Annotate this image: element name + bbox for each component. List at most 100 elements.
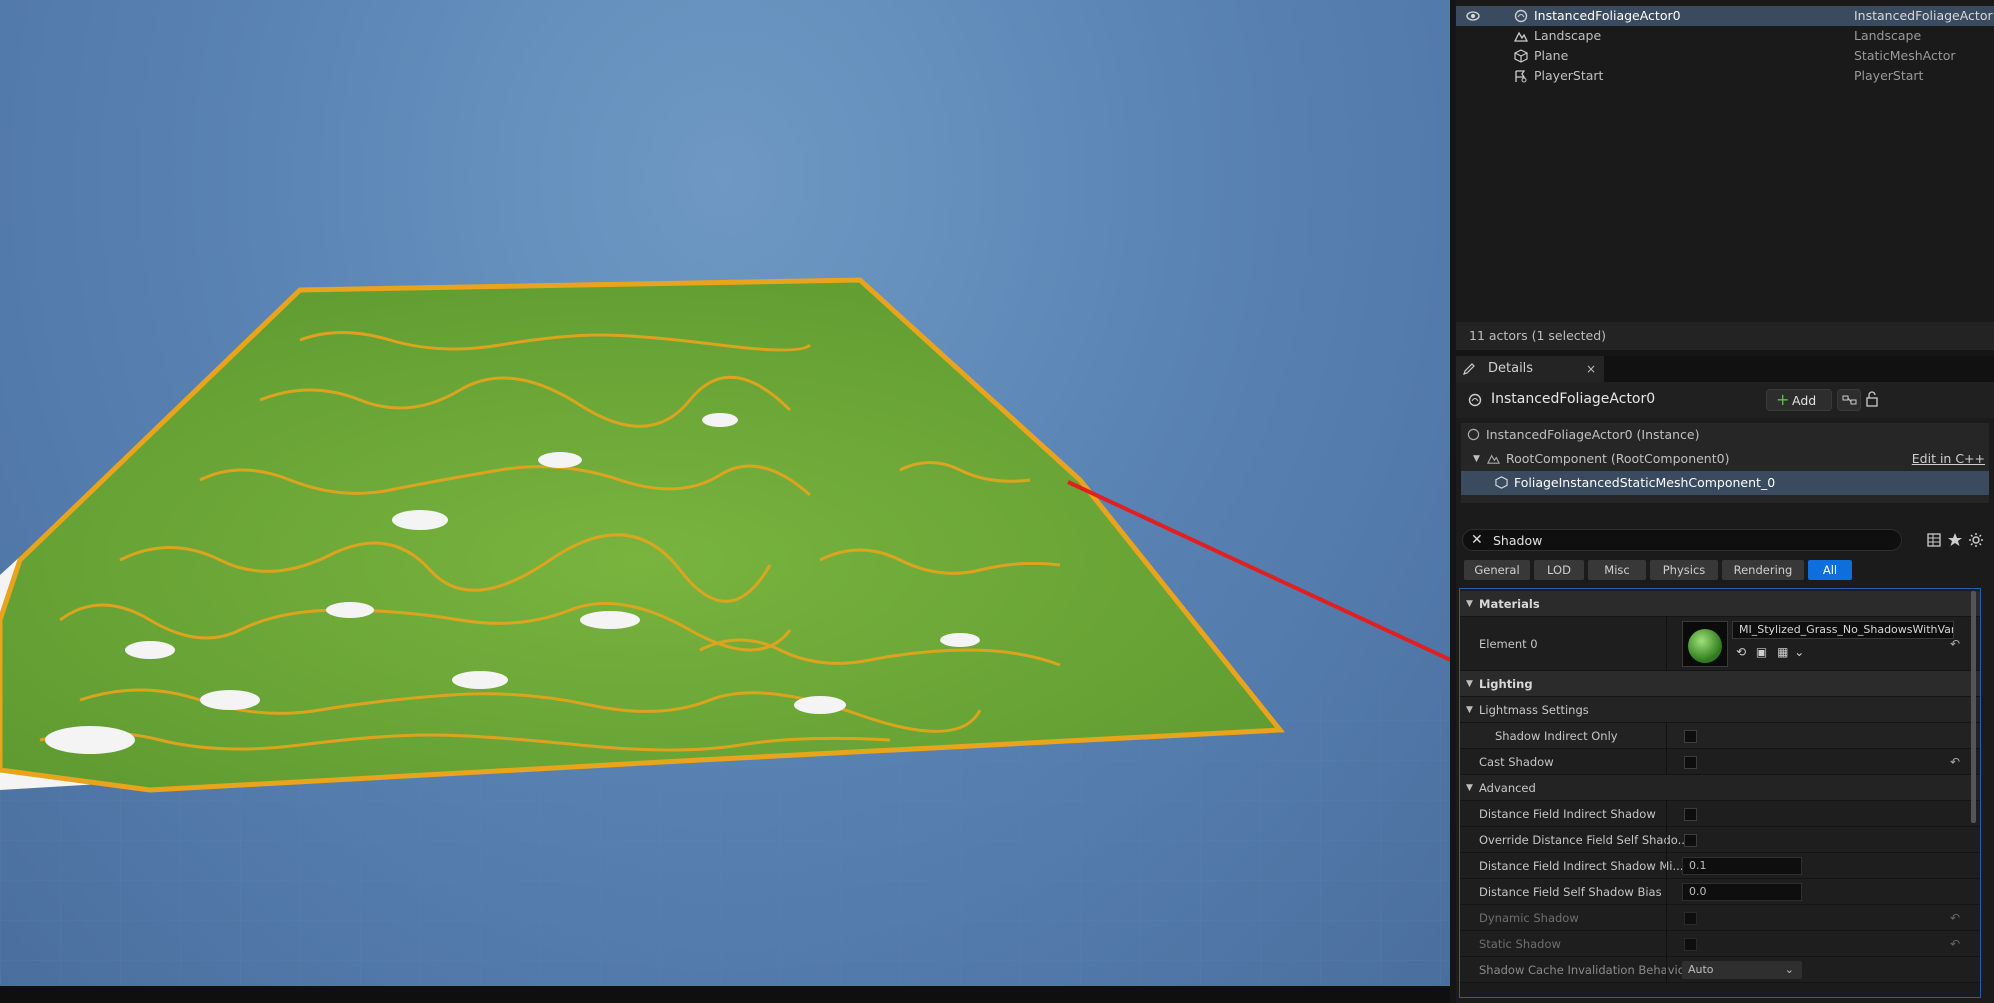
favorites-star-icon[interactable] <box>1947 532 1963 548</box>
material-asset-picker[interactable]: MI_Stylized_Grass_No_ShadowsWithVariatio… <box>1732 621 1954 639</box>
settings-gear-icon[interactable] <box>1968 532 1984 548</box>
static-mesh-icon <box>1514 49 1528 63</box>
property-shadow-cache-invalidation: Shadow Cache Invalidation Behavior Auto … <box>1460 957 1980 983</box>
tab-details-label: Details <box>1488 361 1534 376</box>
property-df-self-shadow-bias: Distance Field Self Shadow Bias 0.0 <box>1460 879 1980 905</box>
level-viewport[interactable] <box>0 0 1450 986</box>
right-panel: InstancedFoliageActor0 InstancedFoliageA… <box>1450 0 1994 1003</box>
category-lod[interactable]: LOD <box>1534 560 1584 580</box>
shadow-cache-invalidation-dropdown[interactable]: Auto ⌄ <box>1682 961 1802 979</box>
outliner: InstancedFoliageActor0 InstancedFoliageA… <box>1456 0 1994 349</box>
property-list-scrollbar[interactable] <box>1971 591 1976 823</box>
expand-arrow-icon: ▼ <box>1466 783 1473 793</box>
foliage-grass-patch <box>0 277 1285 793</box>
outliner-item-name: Landscape <box>1534 28 1602 43</box>
browse-folder-icon[interactable]: ▣ <box>1756 645 1767 659</box>
selected-actor-name: InstancedFoliageActor0 <box>1491 391 1656 407</box>
player-start-icon <box>1515 70 1527 83</box>
component-mesh-label: FoliageInstancedStaticMeshComponent_0 <box>1514 475 1776 490</box>
clear-search-icon[interactable]: ✕ <box>1471 532 1483 548</box>
foliage-actor-icon <box>1468 393 1482 407</box>
reset-to-default-icon[interactable]: ↶ <box>1950 905 1960 931</box>
property-df-indirect-shadow-min: Distance Field Indirect Shadow Mi... 0.1 <box>1460 853 1980 879</box>
component-row-root[interactable]: ▼ RootComponent (RootComponent0) Edit in… <box>1461 447 1989 471</box>
property-df-indirect-shadow: Distance Field Indirect Shadow <box>1460 801 1980 827</box>
reset-to-default-icon[interactable]: ↶ <box>1950 617 1960 671</box>
component-row-instance[interactable]: InstancedFoliageActor0 (Instance) <box>1461 423 1989 447</box>
add-button-label: Add <box>1792 393 1817 408</box>
outliner-row-playerstart[interactable]: PlayerStart PlayerStart <box>1456 66 1994 86</box>
foliage-actor-icon <box>1467 428 1480 441</box>
property-static-shadow: Static Shadow ↶ <box>1460 931 1980 957</box>
property-list: ▼ Materials Element 0 MI_Stylized_Grass_… <box>1459 588 1981 998</box>
material-thumbnail[interactable] <box>1682 621 1728 667</box>
cast-shadow-checkbox[interactable] <box>1684 756 1697 769</box>
expand-arrow-icon: ▼ <box>1466 705 1473 715</box>
plus-icon: + <box>1776 390 1790 409</box>
component-row-foliage-mesh[interactable]: FoliageInstancedStaticMeshComponent_0 <box>1461 471 1989 495</box>
expand-arrow-icon: ▼ <box>1466 599 1473 609</box>
outliner-row-instancedfoliageactor0[interactable]: InstancedFoliageActor0 InstancedFoliageA… <box>1456 6 1994 26</box>
outliner-item-type: InstancedFoliageActor <box>1854 8 1993 23</box>
df-self-shadow-bias-input[interactable]: 0.0 <box>1682 883 1802 901</box>
category-rendering[interactable]: Rendering <box>1722 560 1804 580</box>
outliner-item-type: PlayerStart <box>1854 68 1924 83</box>
add-component-button[interactable]: + Add <box>1766 389 1832 411</box>
visibility-eye-icon[interactable] <box>1466 10 1480 22</box>
df-indirect-shadow-checkbox[interactable] <box>1684 808 1697 821</box>
scene-component-icon <box>1487 454 1500 464</box>
outliner-row-landscape[interactable]: Landscape Landscape <box>1456 26 1994 46</box>
category-all[interactable]: All <box>1808 560 1852 580</box>
outliner-item-name: Plane <box>1534 48 1569 63</box>
hierarchy-icon <box>1842 395 1857 405</box>
viewport-bottom-strip <box>0 986 1450 1003</box>
expand-arrow-icon: ▼ <box>1466 679 1473 689</box>
landscape-icon <box>1514 31 1528 42</box>
outliner-item-type: StaticMeshActor <box>1854 48 1956 63</box>
property-override-df-self-shadow: Override Distance Field Self Shado... <box>1460 827 1980 853</box>
outliner-row-plane[interactable]: Plane StaticMeshActor <box>1456 46 1994 66</box>
outliner-item-name: PlayerStart <box>1534 68 1604 83</box>
details-header: InstancedFoliageActor0 + Add <box>1456 382 1994 418</box>
lock-icon[interactable] <box>1865 390 1879 412</box>
shadow-indirect-only-checkbox[interactable] <box>1684 730 1697 743</box>
chevron-down-icon: ⌄ <box>1784 963 1794 976</box>
chevron-down-icon[interactable]: ⌄ <box>1794 645 1804 659</box>
outliner-item-name: InstancedFoliageActor0 <box>1534 8 1681 23</box>
reset-to-default-icon[interactable]: ↶ <box>1950 931 1960 957</box>
section-materials[interactable]: ▼ Materials <box>1460 591 1980 617</box>
category-physics[interactable]: Physics <box>1650 560 1718 580</box>
pencil-icon <box>1463 363 1475 375</box>
checker-pattern-icon[interactable]: ▦ <box>1777 645 1788 659</box>
details-search-input[interactable]: ✕ Shadow <box>1462 529 1902 551</box>
component-instance-label: InstancedFoliageActor0 (Instance) <box>1486 427 1700 442</box>
section-lighting[interactable]: ▼ Lighting <box>1460 671 1980 697</box>
browse-arrow-icon[interactable]: ⟲ <box>1736 645 1746 659</box>
category-misc[interactable]: Misc <box>1588 560 1646 580</box>
section-lightmass-settings[interactable]: ▼ Lightmass Settings <box>1460 697 1980 723</box>
property-shadow-indirect-only: Shadow Indirect Only <box>1460 723 1980 749</box>
dynamic-shadow-checkbox[interactable] <box>1684 912 1697 925</box>
search-value: Shadow <box>1493 533 1543 548</box>
df-indirect-shadow-min-input[interactable]: 0.1 <box>1682 857 1802 875</box>
blueprint-button[interactable] <box>1837 389 1861 411</box>
details-tab-bar: Details × <box>1456 356 1994 382</box>
foliage-actor-icon <box>1514 9 1528 23</box>
actors-count-status: 11 actors (1 selected) <box>1456 322 1994 350</box>
instanced-mesh-icon <box>1495 476 1508 489</box>
property-cast-shadow: Cast Shadow ↶ <box>1460 749 1980 775</box>
static-shadow-checkbox[interactable] <box>1684 938 1697 951</box>
outliner-item-type: Landscape <box>1854 28 1922 43</box>
edit-in-cpp-link[interactable]: Edit in C++ <box>1912 447 1985 471</box>
section-advanced[interactable]: ▼ Advanced <box>1460 775 1980 801</box>
close-tab-icon[interactable]: × <box>1586 356 1596 382</box>
table-view-icon[interactable] <box>1926 532 1942 548</box>
override-df-self-shadow-checkbox[interactable] <box>1684 834 1697 847</box>
collapse-arrow-icon[interactable]: ▼ <box>1473 447 1480 471</box>
category-general[interactable]: General <box>1464 560 1530 580</box>
reset-to-default-icon[interactable]: ↶ <box>1950 749 1960 775</box>
viewport-scene <box>0 277 1450 986</box>
material-action-icons: ⟲ ▣ ▦ ⌄ <box>1736 645 1804 659</box>
property-element-0: Element 0 MI_Stylized_Grass_No_ShadowsWi… <box>1460 617 1980 671</box>
tab-details[interactable]: Details × <box>1456 356 1604 382</box>
